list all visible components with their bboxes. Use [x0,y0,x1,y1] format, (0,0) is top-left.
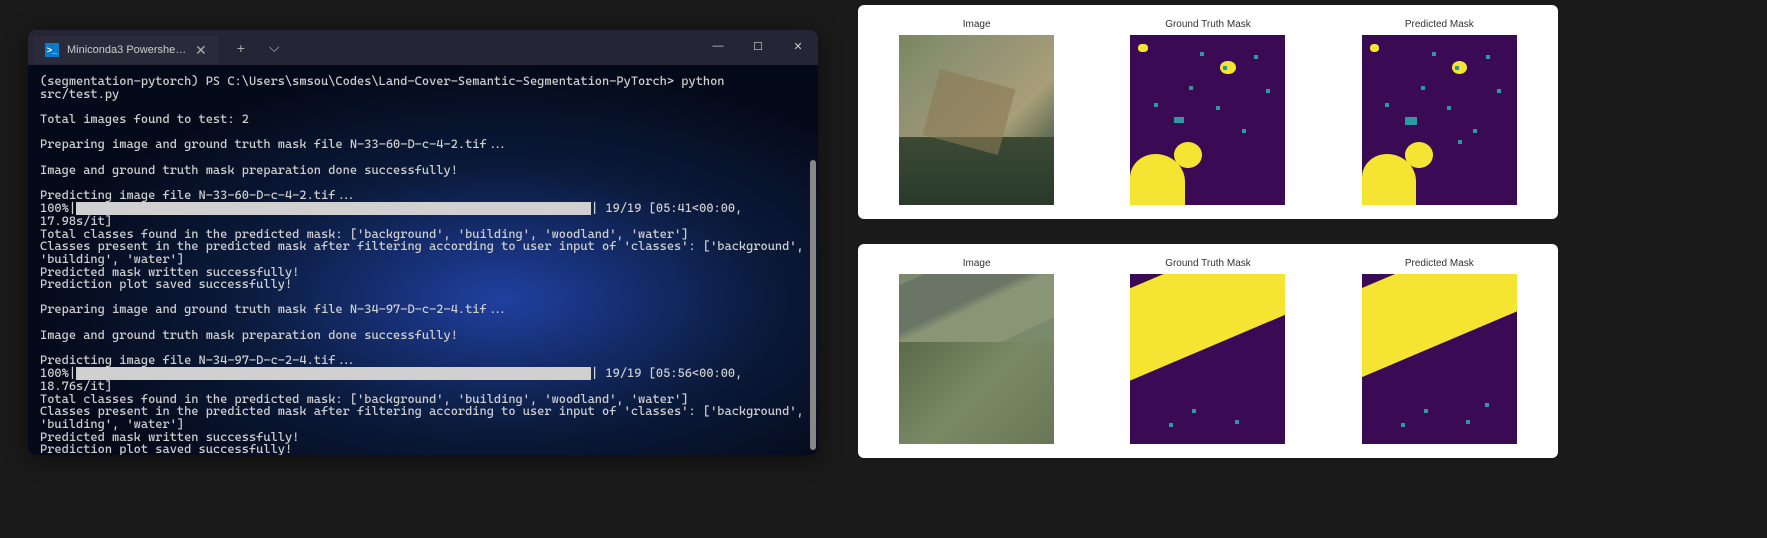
output-line: Classes present in the predicted mask af… [40,404,811,431]
plot-cell-gt: Ground Truth Mask [1130,19,1285,205]
plot-cell-gt: Ground Truth Mask [1130,258,1285,444]
pred-mask-2 [1362,274,1517,444]
plot-title-image: Image [963,258,991,269]
output-line: Total images found to test: 2 [40,112,249,126]
output-line: Prediction plot saved successfully! [40,442,292,455]
plot-row-2: Image Ground Truth Mask Predicted Mask [858,244,1558,458]
output-line: Preparing image and ground truth mask fi… [40,137,508,151]
close-button[interactable]: ✕ [778,30,818,62]
window-controls: — ☐ ✕ [698,30,818,62]
tab-close-button[interactable]: ✕ [195,42,207,59]
progress-percent: 100%| [40,366,76,380]
powershell-icon: >_ [45,43,59,57]
output-line: Image and ground truth mask preparation … [40,328,458,342]
tab-actions: + ⌵ [229,35,288,60]
plot-cell-image: Image [899,258,1054,444]
plot-row-1: Image Ground Truth Mask Predic [858,5,1558,219]
plot-cell-pred: Predicted Mask [1362,258,1517,444]
plot-title-pred: Predicted Mask [1405,19,1474,30]
output-line: Preparing image and ground truth mask fi… [40,302,508,316]
output-line: Predicting image file N-34-97-D-c-2-4.ti… [40,353,357,367]
output-line: Image and ground truth mask preparation … [40,163,458,177]
terminal-window: >_ Miniconda3 Powershell 7 Pro ✕ + ⌵ — ☐… [28,30,818,455]
terminal-tab[interactable]: >_ Miniconda3 Powershell 7 Pro ✕ [33,36,219,64]
output-line: Predicting image file N-33-60-D-c-4-2.ti… [40,188,357,202]
maximize-button[interactable]: ☐ [738,30,778,62]
gt-mask-2 [1130,274,1285,444]
plot-title-gt: Ground Truth Mask [1165,258,1251,269]
plot-title-pred: Predicted Mask [1405,258,1474,269]
pred-mask-1 [1362,35,1517,205]
plots-panel: Image Ground Truth Mask Predic [858,5,1558,533]
tab-title: Miniconda3 Powershell 7 Pro [67,44,187,56]
progress-percent: 100%| [40,201,76,215]
plot-cell-pred: Predicted Mask [1362,19,1517,205]
scrollbar[interactable] [810,160,816,450]
prompt: (segmentation-pytorch) PS C:\Users\smsou… [40,74,674,88]
plot-cell-image: Image [899,19,1054,205]
aerial-image-2 [899,274,1054,444]
new-tab-button[interactable]: + [229,36,253,60]
terminal-output[interactable]: (segmentation-pytorch) PS C:\Users\smsou… [28,65,818,455]
plot-title-gt: Ground Truth Mask [1165,19,1251,30]
title-bar: >_ Miniconda3 Powershell 7 Pro ✕ + ⌵ — ☐… [28,30,818,65]
output-line: Classes present in the predicted mask af… [40,239,811,266]
tab-dropdown-button[interactable]: ⌵ [261,35,288,60]
minimize-button[interactable]: — [698,30,738,62]
output-line: Prediction plot saved successfully! [40,277,292,291]
gt-mask-1 [1130,35,1285,205]
plot-title-image: Image [963,19,991,30]
progress-bar [76,367,591,380]
aerial-image-1 [899,35,1054,205]
progress-bar [76,202,591,215]
